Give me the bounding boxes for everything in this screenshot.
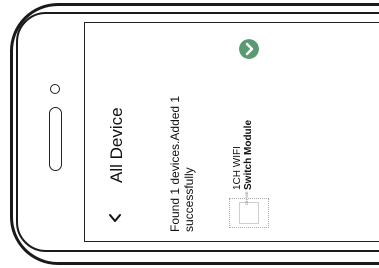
- chevron-left-icon[interactable]: [108, 211, 122, 225]
- page-title: All Device: [107, 107, 126, 183]
- device-thumbnail-tag: OH WE: [244, 191, 249, 205]
- found-message-line1: Found 1 devices.Added 1: [168, 95, 182, 232]
- device-name-line1: 1CH WIFI: [232, 146, 243, 190]
- phone-screenshot: All Device Found 1 devices.Added 1 succe…: [0, 0, 379, 268]
- found-message: Found 1 devices.Added 1 successfully: [168, 96, 196, 232]
- check-circle-icon: [239, 39, 259, 59]
- device-name: 1CH WIFI Switch Module: [232, 120, 254, 190]
- front-camera: [50, 84, 60, 94]
- earpiece-speaker: [49, 107, 62, 171]
- device-thumbnail[interactable]: OH WE: [229, 191, 269, 228]
- found-message-line2: successfully: [182, 167, 196, 232]
- device-thumbnail-module: [239, 202, 259, 224]
- device-name-line2: Switch Module: [243, 120, 254, 190]
